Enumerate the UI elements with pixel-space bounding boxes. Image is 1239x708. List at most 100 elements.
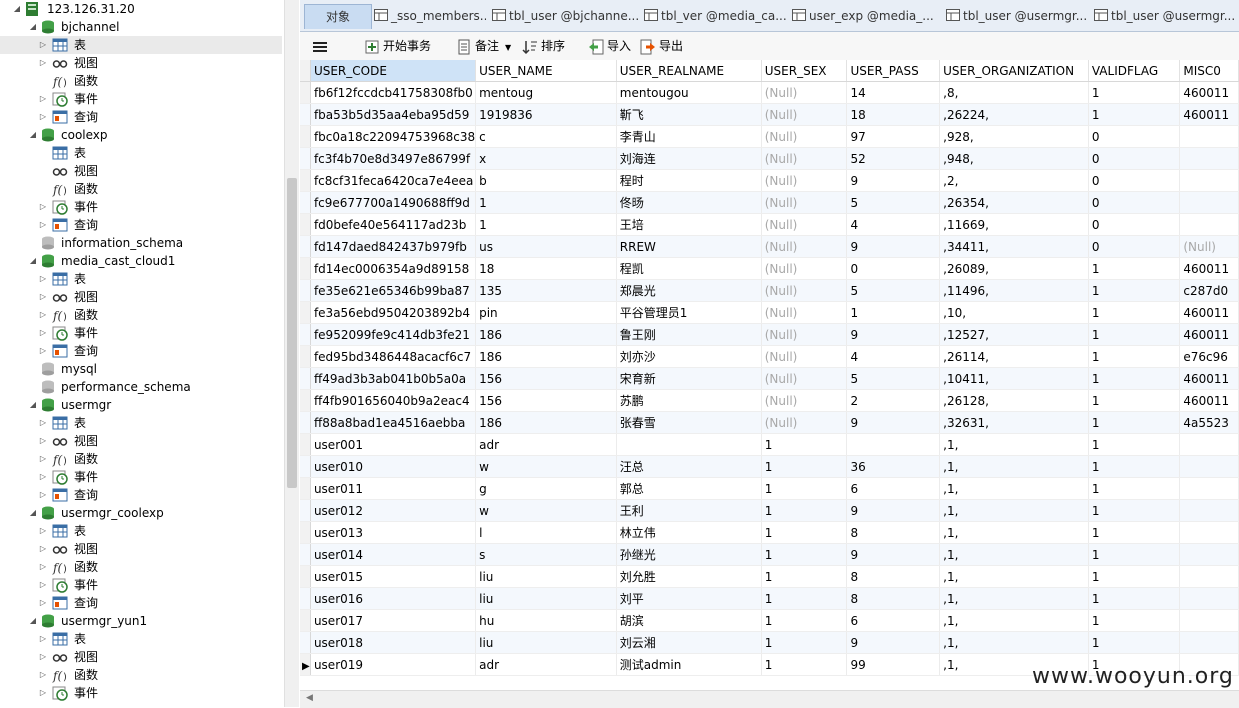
- tree-events[interactable]: ▷ 事件: [0, 576, 282, 594]
- table-cell[interactable]: 苏鹏: [616, 389, 762, 412]
- table-cell[interactable]: s: [475, 543, 617, 566]
- expand-right-icon[interactable]: ▷: [38, 90, 48, 108]
- table-cell[interactable]: 1: [761, 477, 848, 500]
- tree-db-usermgr-yun1[interactable]: ◢ usermgr_yun1: [0, 612, 282, 630]
- row-indicator[interactable]: [300, 499, 311, 522]
- table-cell[interactable]: 9: [846, 169, 941, 192]
- expand-right-icon[interactable]: ▷: [38, 648, 48, 666]
- chevron-down-icon[interactable]: ▼: [505, 43, 511, 52]
- table-cell[interactable]: ,34411,: [939, 235, 1089, 258]
- table-cell[interactable]: 4a5523: [1179, 411, 1239, 434]
- tree-tables[interactable]: ▷ 表: [0, 270, 282, 288]
- table-cell[interactable]: 1: [761, 521, 848, 544]
- expand-down-icon[interactable]: ◢: [28, 126, 38, 144]
- table-cell[interactable]: 2: [846, 389, 941, 412]
- table-cell[interactable]: (Null): [761, 169, 848, 192]
- row-indicator[interactable]: [300, 587, 311, 610]
- table-cell[interactable]: 18: [846, 103, 941, 126]
- table-cell[interactable]: fe952099fe9c414db3fe21: [310, 323, 477, 346]
- tree-views[interactable]: 视图: [0, 162, 282, 180]
- table-cell[interactable]: user019: [310, 653, 477, 676]
- table-row[interactable]: user017 hu 胡滨 1 6,1, 1: [300, 609, 1239, 632]
- row-indicator[interactable]: [300, 543, 311, 566]
- tree-events[interactable]: ▷ 事件: [0, 324, 282, 342]
- table-cell[interactable]: liu: [475, 565, 617, 588]
- table-cell[interactable]: 156: [475, 389, 617, 412]
- row-indicator[interactable]: [300, 367, 311, 390]
- expand-right-icon[interactable]: ▷: [38, 450, 48, 468]
- expand-down-icon[interactable]: ◢: [12, 0, 22, 18]
- tree-views[interactable]: ▷ 视图: [0, 540, 282, 558]
- table-cell[interactable]: 0: [1088, 125, 1181, 148]
- row-indicator[interactable]: [300, 279, 311, 302]
- tree-connection[interactable]: ◢ 123.126.31.20: [0, 0, 282, 18]
- table-cell[interactable]: 0: [846, 257, 941, 280]
- table-cell[interactable]: 李青山: [616, 125, 762, 148]
- tree-db-media-cast-cloud1[interactable]: ◢ media_cast_cloud1: [0, 252, 282, 270]
- row-indicator[interactable]: ▶: [300, 653, 311, 676]
- tree-tables[interactable]: ▷ 表: [0, 522, 282, 540]
- table-cell[interactable]: ,1,: [939, 565, 1089, 588]
- table-cell[interactable]: (Null): [761, 213, 848, 236]
- table-cell[interactable]: ,10,: [939, 301, 1089, 324]
- table-cell[interactable]: ff49ad3b3ab041b0b5a0a: [310, 367, 477, 390]
- table-cell[interactable]: fc8cf31feca6420ca7e4eea: [310, 169, 477, 192]
- tree-db-bjchannel[interactable]: ◢ bjchannel: [0, 18, 282, 36]
- tree-views[interactable]: ▷ 视图: [0, 648, 282, 666]
- table-cell[interactable]: RREW: [616, 235, 762, 258]
- export-button[interactable]: 导出: [640, 36, 683, 56]
- table-cell[interactable]: 36: [846, 455, 941, 478]
- table-cell[interactable]: c: [475, 125, 617, 148]
- table-cell[interactable]: user011: [310, 477, 477, 500]
- table-cell[interactable]: 1: [761, 587, 848, 610]
- row-indicator[interactable]: [300, 147, 311, 170]
- table-row[interactable]: user014 s 孙继光 1 9,1, 1: [300, 543, 1239, 566]
- table-cell[interactable]: 郭总: [616, 477, 762, 500]
- table-cell[interactable]: [1179, 125, 1239, 148]
- table-cell[interactable]: 460011: [1179, 257, 1239, 280]
- table-cell[interactable]: 1: [1088, 367, 1181, 390]
- table-cell[interactable]: ,10411,: [939, 367, 1089, 390]
- row-indicator[interactable]: [300, 103, 311, 126]
- tab-tbl-user-usermgr[interactable]: tbl_user @usermgr...: [946, 4, 1088, 28]
- table-cell[interactable]: ff88a8bad1ea4516aebba: [310, 411, 477, 434]
- table-cell[interactable]: 刘海连: [616, 147, 762, 170]
- table-cell[interactable]: ,26354,: [939, 191, 1089, 214]
- tree-db-performance-schema[interactable]: performance_schema: [0, 378, 282, 396]
- table-cell[interactable]: 靳飞: [616, 103, 762, 126]
- table-cell[interactable]: 1: [1088, 433, 1181, 456]
- tree-functions[interactable]: ▷ f() 函数: [0, 450, 282, 468]
- column-header[interactable]: MISC0: [1179, 60, 1239, 82]
- row-indicator[interactable]: [300, 477, 311, 500]
- table-cell[interactable]: (Null): [1179, 235, 1239, 258]
- table-cell[interactable]: ,2,: [939, 169, 1089, 192]
- table-row[interactable]: ff49ad3b3ab041b0b5a0a 156 宋育新 (Null) 5,10411…: [300, 367, 1239, 390]
- tree-events[interactable]: ▷ 事件: [0, 198, 282, 216]
- import-button[interactable]: 导入: [588, 36, 631, 56]
- expand-right-icon[interactable]: ▷: [38, 468, 48, 486]
- table-cell[interactable]: 4: [846, 345, 941, 368]
- tree-views[interactable]: ▷ 视图: [0, 54, 282, 72]
- table-cell[interactable]: c287d0: [1179, 279, 1239, 302]
- table-cell[interactable]: ,26114,: [939, 345, 1089, 368]
- table-row[interactable]: fe35e621e65346b99ba87 135 郑晨光 (Null) 5,11496…: [300, 279, 1239, 302]
- table-cell[interactable]: [1179, 521, 1239, 544]
- table-row[interactable]: fc8cf31feca6420ca7e4eea b 程时 (Null) 9,2, 0: [300, 169, 1239, 192]
- table-cell[interactable]: 460011: [1179, 301, 1239, 324]
- table-cell[interactable]: (Null): [761, 367, 848, 390]
- expand-right-icon[interactable]: ▷: [38, 306, 48, 324]
- row-indicator[interactable]: [300, 213, 311, 236]
- table-cell[interactable]: 1: [761, 455, 848, 478]
- tree-views[interactable]: ▷ 视图: [0, 432, 282, 450]
- table-cell[interactable]: (Null): [761, 323, 848, 346]
- expand-right-icon[interactable]: ▷: [38, 414, 48, 432]
- table-row[interactable]: ff88a8bad1ea4516aebba 186 张春雪 (Null) 9,32631…: [300, 411, 1239, 434]
- table-cell[interactable]: 52: [846, 147, 941, 170]
- table-cell[interactable]: 平谷管理员1: [616, 301, 762, 324]
- table-cell[interactable]: ,11496,: [939, 279, 1089, 302]
- tree-tables[interactable]: 表: [0, 144, 282, 162]
- table-cell[interactable]: 宋育新: [616, 367, 762, 390]
- table-cell[interactable]: 1: [1088, 565, 1181, 588]
- column-header[interactable]: USER_NAME: [475, 60, 617, 82]
- expand-right-icon[interactable]: ▷: [38, 486, 48, 504]
